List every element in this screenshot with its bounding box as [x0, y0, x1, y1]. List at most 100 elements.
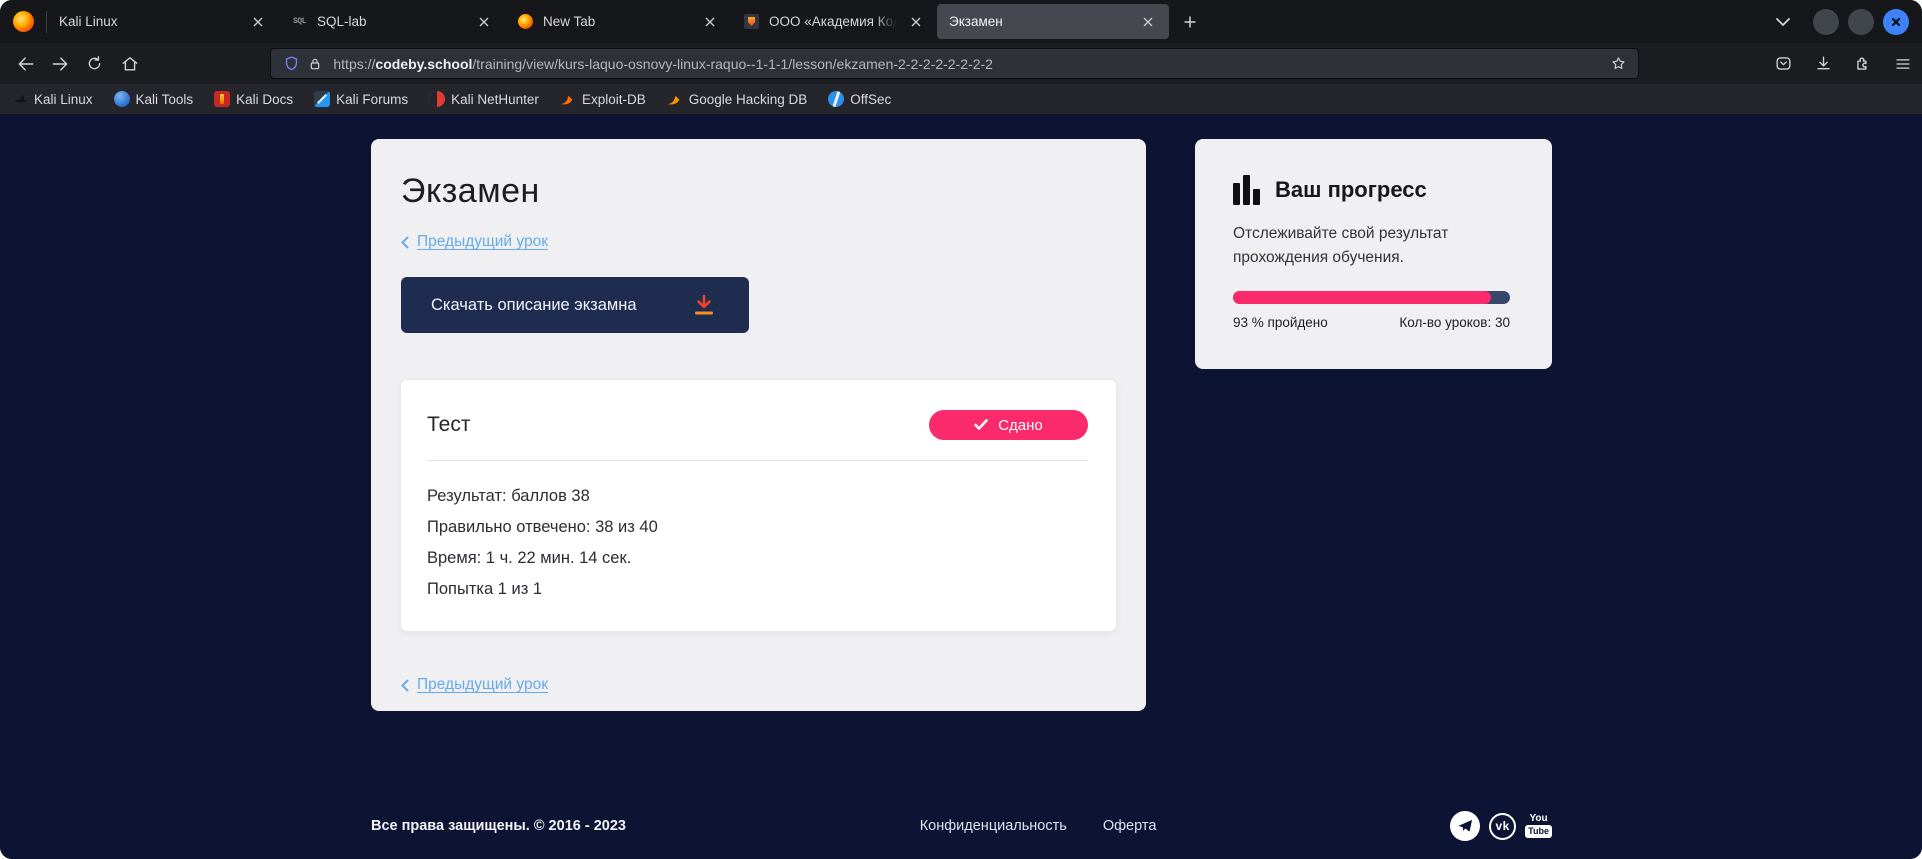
- download-arrow-icon: [691, 292, 717, 318]
- vk-icon[interactable]: vk: [1489, 813, 1516, 840]
- previous-lesson-label: Предыдущий урок: [417, 676, 548, 694]
- bookmark-label: OffSec: [850, 92, 891, 107]
- tab-close-icon[interactable]: [473, 11, 495, 33]
- download-exam-description-button[interactable]: Скачать описание экзамна: [401, 277, 749, 333]
- telegram-icon[interactable]: [1450, 811, 1480, 841]
- back-button[interactable]: [10, 49, 42, 79]
- bookmark-kali-nethunter[interactable]: Kali NetHunter: [429, 91, 539, 107]
- result-attempts: Попытка 1 из 1: [427, 574, 1088, 605]
- chevron-down-icon: [1775, 17, 1791, 27]
- offer-link[interactable]: Оферта: [1103, 818, 1157, 834]
- exploit-db-bird-icon: [560, 91, 576, 107]
- kali-dragon-icon: [12, 91, 28, 107]
- bookmark-label: Kali Forums: [336, 92, 408, 107]
- test-result-card: Тест Сдано Результат: баллов 38 Правильн…: [401, 380, 1116, 631]
- tab-close-icon[interactable]: [699, 11, 721, 33]
- maximize-button[interactable]: [1848, 9, 1874, 35]
- tab-title: New Tab: [543, 14, 693, 29]
- tracking-protection-shield-icon[interactable]: [279, 52, 303, 76]
- previous-lesson-link-top[interactable]: Предыдущий урок: [401, 233, 1116, 251]
- back-arrow-icon: [16, 54, 36, 74]
- kali-tools-icon: [114, 91, 130, 107]
- privacy-link[interactable]: Конфиденциальность: [920, 818, 1067, 834]
- test-header: Тест Сдано: [427, 410, 1088, 440]
- tab-codeby-academy[interactable]: ООО «Академия Кодеба: [731, 4, 937, 39]
- bookmark-label: Kali Tools: [136, 92, 194, 107]
- youtube-icon[interactable]: You Tube: [1525, 814, 1552, 838]
- tab-title: Kali Linux: [59, 14, 241, 29]
- tab-new-tab[interactable]: New Tab: [505, 4, 731, 39]
- progress-card: Ваш прогресс Отслеживайте свой результат…: [1195, 139, 1552, 369]
- youtube-top-label: You: [1530, 814, 1548, 824]
- reload-icon: [85, 54, 104, 73]
- firefox-favicon: [517, 13, 534, 30]
- minimize-button[interactable]: [1813, 9, 1839, 35]
- close-window-button[interactable]: [1883, 9, 1909, 35]
- tab-overflow-button[interactable]: [1766, 5, 1800, 39]
- tab-close-icon[interactable]: [905, 11, 927, 33]
- tab-title: Экзамен: [949, 14, 1131, 29]
- bookmark-kali-tools[interactable]: Kali Tools: [114, 91, 194, 107]
- progress-description: Отслеживайте свой результат прохождения …: [1233, 222, 1483, 270]
- bookmark-label: Kali Docs: [236, 92, 293, 107]
- status-badge-label: Сдано: [998, 417, 1043, 434]
- youtube-bottom-label: Tube: [1525, 825, 1552, 838]
- navigation-bar: https://codeby.school/training/view/kurs…: [0, 43, 1922, 84]
- previous-lesson-link-bottom[interactable]: Предыдущий урок: [401, 676, 548, 694]
- tab-kali-linux[interactable]: Kali Linux: [47, 4, 279, 39]
- home-icon: [120, 54, 140, 74]
- chevron-left-icon: [401, 679, 409, 692]
- downloads-button[interactable]: [1807, 49, 1839, 79]
- codeby-favicon: [743, 13, 760, 30]
- offsec-icon: [828, 91, 844, 107]
- previous-lesson-label: Предыдущий урок: [417, 233, 548, 251]
- hamburger-menu-icon: [1894, 55, 1912, 73]
- tab-sql-lab[interactable]: SQL SQL-lab: [279, 4, 505, 39]
- bookmark-offsec[interactable]: OffSec: [828, 91, 891, 107]
- progress-bar-track: [1233, 291, 1510, 304]
- kali-docs-icon: [214, 91, 230, 107]
- bookmark-google-hacking-db[interactable]: Google Hacking DB: [667, 91, 808, 107]
- result-correct-answers: Правильно отвечено: 38 из 40: [427, 512, 1088, 543]
- bookmark-label: Google Hacking DB: [689, 92, 808, 107]
- result-score: Результат: баллов 38: [427, 481, 1088, 512]
- tab-title: ООО «Академия Кодеба: [769, 14, 899, 29]
- bookmark-kali-forums[interactable]: Kali Forums: [314, 91, 408, 107]
- page-title: Экзамен: [401, 172, 1116, 211]
- download-icon: [1814, 54, 1833, 73]
- chevron-left-icon: [401, 236, 409, 249]
- pocket-button[interactable]: [1767, 49, 1799, 79]
- extensions-button[interactable]: [1847, 49, 1879, 79]
- progress-header: Ваш прогресс: [1233, 175, 1513, 205]
- exam-card: Экзамен Предыдущий урок Скачать описание…: [371, 139, 1146, 711]
- new-tab-button[interactable]: [1173, 5, 1207, 39]
- plus-icon: [1183, 15, 1197, 29]
- progress-title: Ваш прогресс: [1275, 177, 1427, 203]
- forward-arrow-icon: [50, 54, 70, 74]
- pocket-icon: [1774, 54, 1793, 73]
- footer-links: Конфиденциальность Оферта: [920, 818, 1157, 834]
- sql-favicon: SQL: [291, 13, 308, 30]
- kali-nethunter-icon: [429, 91, 445, 107]
- home-button[interactable]: [114, 49, 146, 79]
- bookmark-kali-docs[interactable]: Kali Docs: [214, 91, 293, 107]
- url-bar[interactable]: https://codeby.school/training/view/kurs…: [270, 48, 1639, 79]
- progress-fill: [1233, 291, 1491, 304]
- lock-icon[interactable]: [303, 52, 327, 76]
- bookmark-label: Kali NetHunter: [451, 92, 539, 107]
- progress-percent-label: 93 % пройдено: [1233, 315, 1328, 330]
- copyright-text: Все права защищены. © 2016 - 2023: [371, 818, 626, 834]
- tab-ekzamen-active[interactable]: Экзамен: [937, 4, 1169, 39]
- forward-button[interactable]: [45, 49, 77, 79]
- checkmark-icon: [974, 419, 988, 431]
- progress-lessons-count: Кол-во уроков: 30: [1399, 315, 1510, 330]
- tab-close-icon[interactable]: [1137, 11, 1159, 33]
- bookmark-exploit-db[interactable]: Exploit-DB: [560, 91, 646, 107]
- bookmark-star-icon[interactable]: [1606, 52, 1630, 76]
- reload-button[interactable]: [79, 49, 111, 79]
- bookmark-kali-linux[interactable]: Kali Linux: [12, 91, 93, 107]
- url-text[interactable]: https://codeby.school/training/view/kurs…: [333, 56, 1606, 72]
- app-menu-button[interactable]: [1887, 49, 1919, 79]
- tab-close-icon[interactable]: [247, 11, 269, 33]
- browser-window: Kali Linux SQL SQL-lab New Tab ООО «Акад…: [0, 0, 1922, 859]
